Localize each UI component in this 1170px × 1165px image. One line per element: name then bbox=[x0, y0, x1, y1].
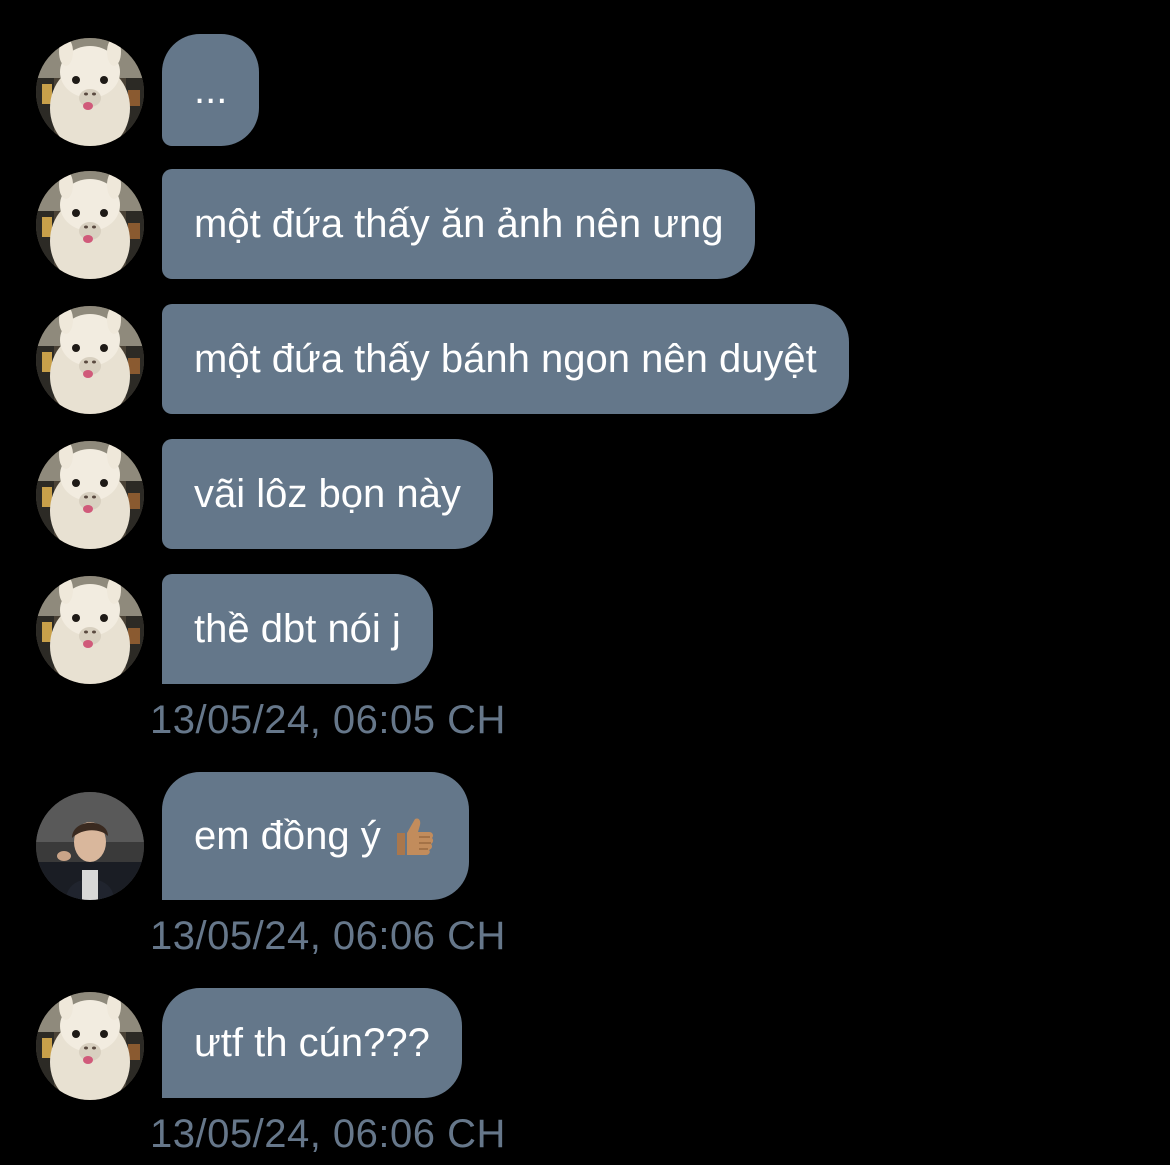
alpaca-avatar-image bbox=[36, 171, 144, 279]
alpaca-avatar-image bbox=[36, 576, 144, 684]
message-bubble[interactable]: em đồng ý bbox=[162, 772, 469, 900]
thumbs-up-icon bbox=[391, 813, 437, 859]
chat-thread[interactable]: ... một đứa thấy ăn ảnh nên ưng một đứa … bbox=[0, 0, 1170, 1165]
alpaca-avatar-image bbox=[36, 992, 144, 1100]
message-text: một đứa thấy ăn ảnh nên ưng bbox=[194, 202, 724, 246]
message-text: thề dbt nói j bbox=[194, 607, 401, 651]
message-bubble[interactable]: vãi lôz bọn này bbox=[162, 439, 493, 549]
message-row: một đứa thấy ăn ảnh nên ưng bbox=[0, 169, 1170, 279]
message-row: một đứa thấy bánh ngon nên duyệt bbox=[0, 304, 1170, 414]
message-text: vãi lôz bọn này bbox=[194, 472, 461, 516]
alpaca-avatar-image bbox=[36, 38, 144, 146]
alpaca-avatar[interactable] bbox=[36, 306, 144, 414]
message-text: một đứa thấy bánh ngon nên duyệt bbox=[194, 337, 817, 381]
message-text: ... bbox=[194, 68, 228, 112]
alpaca-avatar[interactable] bbox=[36, 992, 144, 1100]
alpaca-avatar-image bbox=[36, 306, 144, 414]
message-bubble[interactable]: ... bbox=[162, 34, 260, 146]
person-avatar-image bbox=[36, 792, 144, 900]
message-row: thề dbt nói j bbox=[0, 574, 1170, 684]
alpaca-avatar[interactable] bbox=[36, 38, 144, 146]
message-row: vãi lôz bọn này bbox=[0, 439, 1170, 549]
timestamp: 13/05/24, 06:06 CH bbox=[150, 914, 506, 958]
timestamp: 13/05/24, 06:05 CH bbox=[150, 698, 506, 742]
alpaca-avatar[interactable] bbox=[36, 441, 144, 549]
message-bubble[interactable]: một đứa thấy ăn ảnh nên ưng bbox=[162, 169, 756, 279]
alpaca-avatar[interactable] bbox=[36, 576, 144, 684]
message-row: ... bbox=[0, 34, 1170, 146]
message-row: em đồng ý bbox=[0, 772, 1170, 900]
message-row: ưtf th cún??? bbox=[0, 988, 1170, 1100]
timestamp: 13/05/24, 06:06 CH bbox=[150, 1112, 506, 1156]
person-avatar[interactable] bbox=[36, 792, 144, 900]
message-bubble[interactable]: một đứa thấy bánh ngon nên duyệt bbox=[162, 304, 849, 414]
alpaca-avatar[interactable] bbox=[36, 171, 144, 279]
alpaca-avatar-image bbox=[36, 441, 144, 549]
message-bubble[interactable]: thề dbt nói j bbox=[162, 574, 433, 684]
message-text: ưtf th cún??? bbox=[194, 1021, 430, 1065]
message-bubble[interactable]: ưtf th cún??? bbox=[162, 988, 462, 1098]
message-text: em đồng ý bbox=[194, 814, 381, 858]
